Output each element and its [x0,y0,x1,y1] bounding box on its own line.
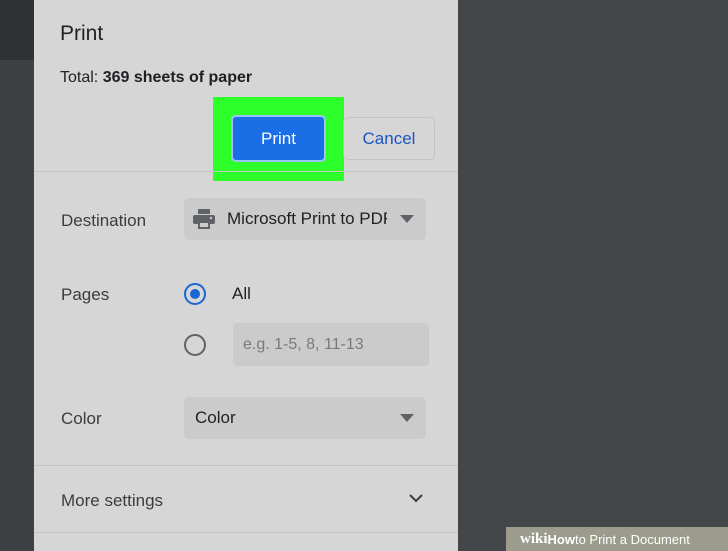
color-label: Color [61,409,102,428]
total-sheets: Total: 369 sheets of paper [60,69,252,87]
cancel-button[interactable]: Cancel [343,117,435,160]
color-value: Color [195,408,236,427]
watermark-brand: wiki [520,530,548,547]
pages-all-radio[interactable] [184,283,206,305]
printer-icon [193,209,215,234]
chevron-down-icon[interactable] [408,491,424,509]
dialog-title: Print [60,22,104,45]
more-settings-label[interactable]: More settings [61,491,163,511]
watermark-how: How [547,531,575,547]
print-dialog: Print Total: 369 sheets of paper Print C… [34,0,458,551]
destination-label: Destination [61,211,147,230]
wikihow-watermark: wiki How to Print a Document [506,527,728,551]
pages-custom-radio[interactable] [184,334,206,356]
pages-label: Pages [61,285,110,304]
total-value: 369 sheets of paper [102,69,253,86]
background-left-strip [0,0,34,551]
print-button[interactable]: Print [231,115,326,162]
divider [34,532,458,533]
divider [34,171,458,172]
watermark-title: to Print a Document [574,531,690,547]
divider [34,465,458,466]
color-select[interactable]: Color [184,397,426,439]
chevron-down-icon [400,215,414,223]
total-label: Total: [60,69,99,86]
pages-custom-input[interactable] [233,323,429,366]
pages-all-label: All [232,284,251,303]
destination-value: Microsoft Print to PDF [227,209,387,228]
background-toolbar [0,0,34,60]
destination-select[interactable]: Microsoft Print to PDF [184,198,426,240]
chevron-down-icon [400,414,414,422]
